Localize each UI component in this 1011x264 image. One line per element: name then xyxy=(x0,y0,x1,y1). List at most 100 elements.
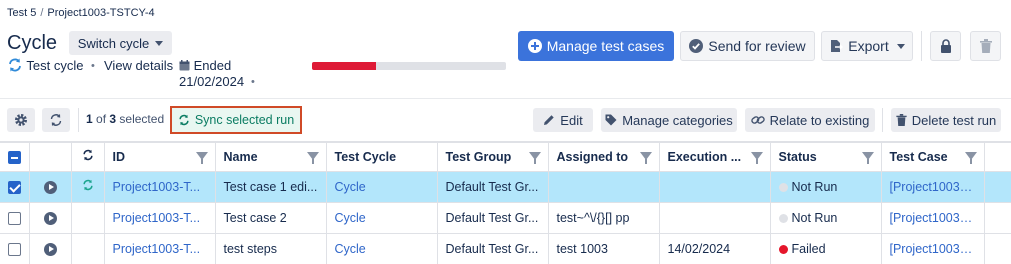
status-cell: Not Run xyxy=(770,202,882,234)
send-for-review-label: Send for review xyxy=(708,38,806,54)
column-label: ID xyxy=(112,149,126,164)
status-label: Failed xyxy=(791,241,826,256)
breadcrumb-separator: / xyxy=(40,7,44,19)
test-cycle-link[interactable]: Cycle xyxy=(326,202,438,234)
table-row[interactable]: Project1003-T... Test case 1 edi... Cycle D… xyxy=(0,171,1011,203)
breadcrumb-key[interactable]: Project1003-TSTCY-4 xyxy=(47,7,154,19)
select-all-checkbox[interactable] xyxy=(7,150,21,164)
column-header-test-group[interactable]: Test Group xyxy=(437,141,549,172)
table-row[interactable]: Project1003-T... Test case 2 Cycle Default … xyxy=(0,202,1011,234)
filter-icon[interactable] xyxy=(306,152,319,164)
filter-icon[interactable] xyxy=(639,152,652,164)
test-case-link[interactable]: [Project1003-T... xyxy=(881,171,985,203)
status-cell: Not Run xyxy=(770,171,882,203)
run-id-link[interactable]: Project1003-T... xyxy=(104,171,216,203)
link-icon xyxy=(750,116,765,124)
column-header-name[interactable]: Name xyxy=(215,141,327,172)
test-cycle-label: Test cycle xyxy=(26,58,84,73)
progress-bar xyxy=(312,62,506,70)
manage-categories-label: Manage categories xyxy=(622,112,733,128)
row-extra-cell xyxy=(984,202,1011,234)
test-cycle-meta: Test cycle xyxy=(7,58,83,73)
test-cycle-link[interactable]: Cycle xyxy=(326,233,438,264)
row-checkbox[interactable] xyxy=(7,211,21,225)
filter-icon[interactable] xyxy=(195,152,208,164)
view-details-link[interactable]: View details xyxy=(104,58,173,73)
column-label: Name xyxy=(223,149,258,164)
row-select-cell xyxy=(0,202,30,234)
run-cell xyxy=(29,171,72,203)
row-checkbox[interactable] xyxy=(7,242,21,256)
column-label: Status xyxy=(778,149,817,164)
row-checkbox[interactable] xyxy=(7,180,21,194)
test-cycle-link[interactable]: Cycle xyxy=(326,171,438,203)
column-header-test-cycle[interactable]: Test Cycle xyxy=(326,141,438,172)
table-row[interactable]: Project1003-T... test steps Cycle Default T… xyxy=(0,233,1011,264)
refresh-icon xyxy=(50,114,62,126)
check-circle-icon xyxy=(689,39,704,53)
column-header-assigned-to[interactable]: Assigned to xyxy=(548,141,660,172)
filter-icon[interactable] xyxy=(861,152,874,164)
refresh-button[interactable] xyxy=(42,108,70,132)
run-name: test steps xyxy=(215,233,327,264)
test-group: Default Test Gr... xyxy=(437,233,549,264)
edit-button[interactable]: Edit xyxy=(533,108,593,132)
plus-circle-icon xyxy=(527,39,542,53)
lock-button[interactable] xyxy=(930,31,961,61)
selected-count: 1 xyxy=(86,112,93,126)
trash-icon xyxy=(896,114,907,126)
row-select-cell xyxy=(0,171,30,203)
switch-cycle-button[interactable]: Switch cycle xyxy=(69,31,172,55)
breadcrumb-project[interactable]: Test 5 xyxy=(7,7,36,19)
selected-suffix: selected xyxy=(119,112,165,126)
column-header-execution[interactable]: Execution ... xyxy=(659,141,771,172)
manage-test-cases-button[interactable]: Manage test cases xyxy=(518,31,674,61)
manage-categories-button[interactable]: Manage categories xyxy=(601,108,737,132)
caret-down-icon xyxy=(155,40,164,46)
sync-icon xyxy=(179,114,189,126)
status-dot xyxy=(778,213,788,223)
column-label: Test Group xyxy=(445,149,512,164)
column-header-test-case[interactable]: Test Case xyxy=(881,141,985,172)
filter-icon[interactable] xyxy=(750,152,763,164)
export-button[interactable]: Export xyxy=(821,31,913,61)
column-header-status[interactable]: Status xyxy=(770,141,882,172)
divider xyxy=(882,108,883,132)
select-all-cell xyxy=(0,141,30,172)
filter-icon[interactable] xyxy=(964,152,977,164)
sync-status-cell xyxy=(71,202,105,234)
run-id-link[interactable]: Project1003-T... xyxy=(104,202,216,234)
settings-button[interactable] xyxy=(7,108,35,132)
sync-icon xyxy=(9,58,21,72)
play-icon[interactable] xyxy=(43,180,57,194)
filter-icon[interactable] xyxy=(528,152,541,164)
play-icon[interactable] xyxy=(43,211,57,225)
relate-to-existing-button[interactable]: Relate to existing xyxy=(745,108,875,132)
play-icon[interactable] xyxy=(43,242,57,256)
relate-to-existing-label: Relate to existing xyxy=(769,112,870,128)
column-header-id[interactable]: ID xyxy=(104,141,216,172)
meta-dot: • xyxy=(91,60,95,72)
caret-down-icon xyxy=(896,43,905,49)
test-case-link[interactable]: [Project1003-T... xyxy=(881,202,985,234)
sync-selected-run-button[interactable]: Sync selected run xyxy=(170,106,302,134)
column-header-extra xyxy=(984,141,1011,172)
row-select-cell xyxy=(0,233,30,264)
column-label: Test Case xyxy=(889,149,948,164)
sync-icon xyxy=(82,179,93,191)
delete-test-run-button[interactable]: Delete test run xyxy=(891,108,1001,132)
sync-icon xyxy=(82,150,93,161)
test-case-link[interactable]: [Project1003-T... xyxy=(881,233,985,264)
calendar-icon xyxy=(179,60,190,71)
run-id-link[interactable]: Project1003-T... xyxy=(104,233,216,264)
status-label: Not Run xyxy=(791,179,838,194)
table-header-row: ID Name Test Cycle Test Group Assigned t… xyxy=(0,141,1011,172)
page-title: Cycle xyxy=(7,32,58,54)
send-for-review-button[interactable]: Send for review xyxy=(680,31,815,61)
delete-cycle-button[interactable] xyxy=(970,31,1001,61)
sync-column-header xyxy=(71,141,105,172)
test-group: Default Test Gr... xyxy=(437,171,549,203)
selection-count: 1 of 3 selected xyxy=(86,112,164,126)
selected-of: of xyxy=(96,112,107,126)
row-extra-cell xyxy=(984,171,1011,203)
